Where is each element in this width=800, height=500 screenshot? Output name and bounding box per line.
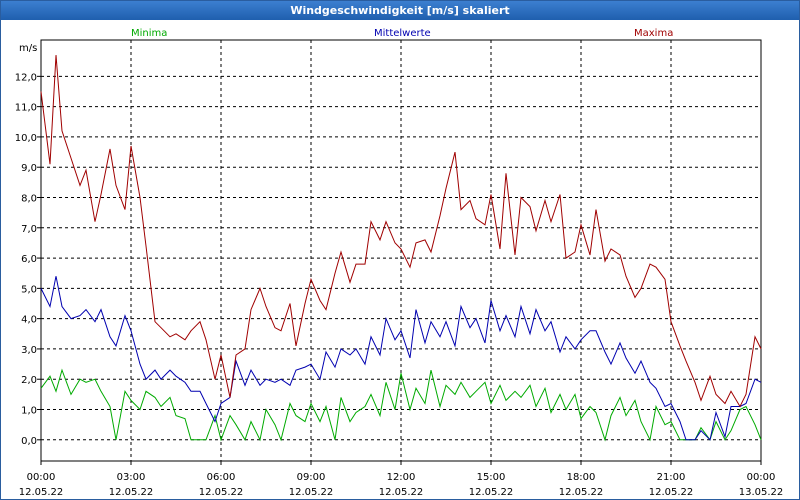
- y-axis: 0,0 1,0 2,0 3,0 4,0 5,0 6,0 7,0 8,0 9,0 10,0 11,0 12…: [15, 72, 41, 447]
- x-tick-time-label: 18:00: [567, 472, 596, 483]
- x-tick-date-label: 12.05.22: [649, 487, 694, 498]
- y-tick-label: 3,0: [21, 345, 37, 356]
- y-tick-label: 9,0: [21, 163, 37, 174]
- y-tick-label: 12,0: [15, 72, 37, 83]
- x-tick-date-label: 12.05.22: [109, 487, 154, 498]
- x-tick-date-label: 12.05.22: [559, 487, 604, 498]
- x-tick-date-label: 12.05.22: [199, 487, 244, 498]
- legend-mittelwerte: Mittelwerte: [374, 28, 431, 39]
- x-tick-date-label: 12.05.22: [19, 487, 64, 498]
- x-tick-date-label: 12.05.22: [289, 487, 334, 498]
- y-tick-label: 8,0: [21, 193, 37, 204]
- grid: [41, 40, 761, 461]
- x-tick-date-label: 12.05.22: [379, 487, 424, 498]
- y-tick-label: 5,0: [21, 284, 37, 295]
- legend-maxima: Maxima: [634, 28, 673, 39]
- x-tick-time-label: 15:00: [477, 472, 506, 483]
- y-tick-label: 7,0: [21, 224, 37, 235]
- y-tick-label: 10,0: [15, 133, 37, 144]
- x-tick-time-label: 12:00: [387, 472, 416, 483]
- series-line-minima: [40, 368, 762, 442]
- x-axis: 00:00 12.05.22 03:00 12.05.22 06:00 12.05.22 0…: [19, 461, 784, 498]
- y-tick-label: 1,0: [21, 406, 37, 417]
- y-tick-label: 0,0: [21, 436, 37, 447]
- y-tick-label: 11,0: [15, 103, 37, 114]
- chart-window: Windgeschwindigkeit [m/s] skaliert m/s M…: [0, 0, 800, 500]
- x-tick-time-label: 03:00: [117, 472, 146, 483]
- y-tick-label: 4,0: [21, 315, 37, 326]
- x-tick-time-label: 00:00: [747, 472, 776, 483]
- x-tick-time-label: 21:00: [657, 472, 686, 483]
- x-tick-time-label: 00:00: [27, 472, 56, 483]
- x-tick-date-label: 13.05.22: [739, 487, 784, 498]
- y-tick-label: 2,0: [21, 375, 37, 386]
- x-tick-time-label: 09:00: [297, 472, 326, 483]
- y-axis-unit-label: m/s: [19, 43, 37, 54]
- x-tick-time-label: 06:00: [207, 472, 236, 483]
- line-chart: m/s Minima Mittelwerte Maxima 0,0 1,0 2,0 3…: [15, 28, 784, 498]
- legend-minima: Minima: [131, 28, 167, 39]
- y-tick-label: 6,0: [21, 254, 37, 265]
- x-tick-date-label: 12.05.22: [469, 487, 514, 498]
